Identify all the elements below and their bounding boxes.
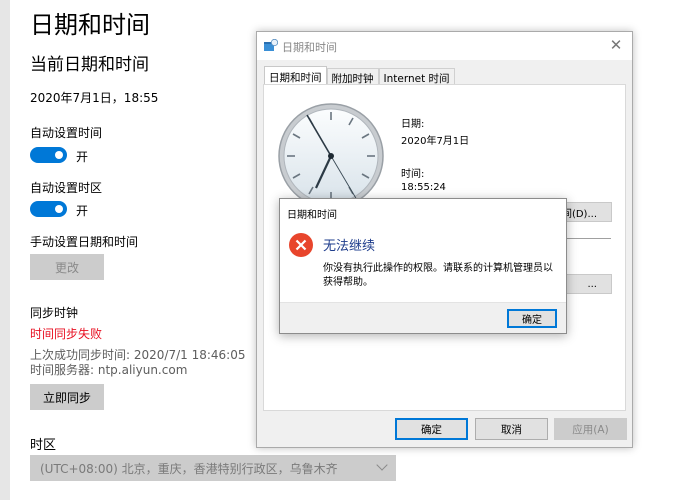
datetime-app-icon	[264, 39, 278, 51]
apply-button[interactable]: 应用(A)	[554, 418, 627, 440]
sync-now-button[interactable]: 立即同步	[30, 384, 104, 410]
section-current-datetime: 当前日期和时间	[30, 55, 149, 75]
page-title: 日期和时间	[30, 11, 150, 39]
chevron-down-icon	[376, 459, 388, 471]
auto-timezone-toggle[interactable]	[30, 201, 67, 217]
sync-heading: 同步时钟	[30, 306, 79, 320]
timezone-selected-value: (UTC+08:00) 北京，重庆，香港特别行政区，乌鲁木齐	[40, 461, 338, 476]
error-dialog-title: 日期和时间	[287, 210, 337, 221]
date-label: 日期:	[401, 119, 425, 130]
error-dialog: 日期和时间 无法继续 你没有执行此操作的权限。请联系的计算机管理员以获得帮助。 …	[279, 198, 567, 334]
ok-button[interactable]: 确定	[395, 418, 468, 440]
dialog-titlebar: 日期和时间 ✕	[257, 32, 632, 60]
auto-timezone-label: 自动设置时区	[30, 181, 103, 195]
toggle-knob	[55, 151, 63, 159]
error-heading: 无法继续	[323, 239, 376, 254]
error-ok-button[interactable]: 确定	[507, 309, 557, 328]
error-dialog-footer: 确定	[280, 302, 566, 333]
tab-internet-time[interactable]: Internet 时间	[378, 68, 455, 85]
cancel-button[interactable]: 取消	[475, 418, 548, 440]
current-datetime-value: 2020年7月1日，18:55	[30, 91, 159, 105]
timezone-label: 时区	[30, 438, 57, 453]
tab-additional-clocks[interactable]: 附加时钟	[326, 68, 379, 85]
close-icon[interactable]: ✕	[604, 34, 628, 56]
time-server-text: 时间服务器: ntp.aliyun.com	[30, 363, 188, 377]
change-button[interactable]: 更改	[30, 254, 104, 280]
date-value: 2020年7月1日	[401, 136, 470, 147]
auto-time-state: 开	[76, 150, 89, 164]
error-message: 你没有执行此操作的权限。请联系的计算机管理员以获得帮助。	[323, 263, 553, 288]
tab-bar: 日期和时间 附加时钟 Internet 时间	[264, 66, 455, 85]
analog-clock-icon	[278, 103, 384, 209]
auto-time-label: 自动设置时间	[30, 126, 103, 140]
sync-error-text: 时间同步失败	[30, 327, 103, 341]
dialog-title: 日期和时间	[282, 41, 337, 54]
tab-date-time[interactable]: 日期和时间	[264, 66, 327, 85]
manual-datetime-label: 手动设置日期和时间	[30, 235, 139, 249]
timezone-select[interactable]: (UTC+08:00) 北京，重庆，香港特别行政区，乌鲁木齐	[30, 455, 396, 481]
auto-time-toggle[interactable]	[30, 147, 67, 163]
toggle-knob	[55, 205, 63, 213]
error-icon	[289, 233, 313, 257]
time-value: 18:55:24	[401, 182, 446, 193]
auto-timezone-state: 开	[76, 204, 89, 218]
time-label: 时间:	[401, 169, 425, 180]
